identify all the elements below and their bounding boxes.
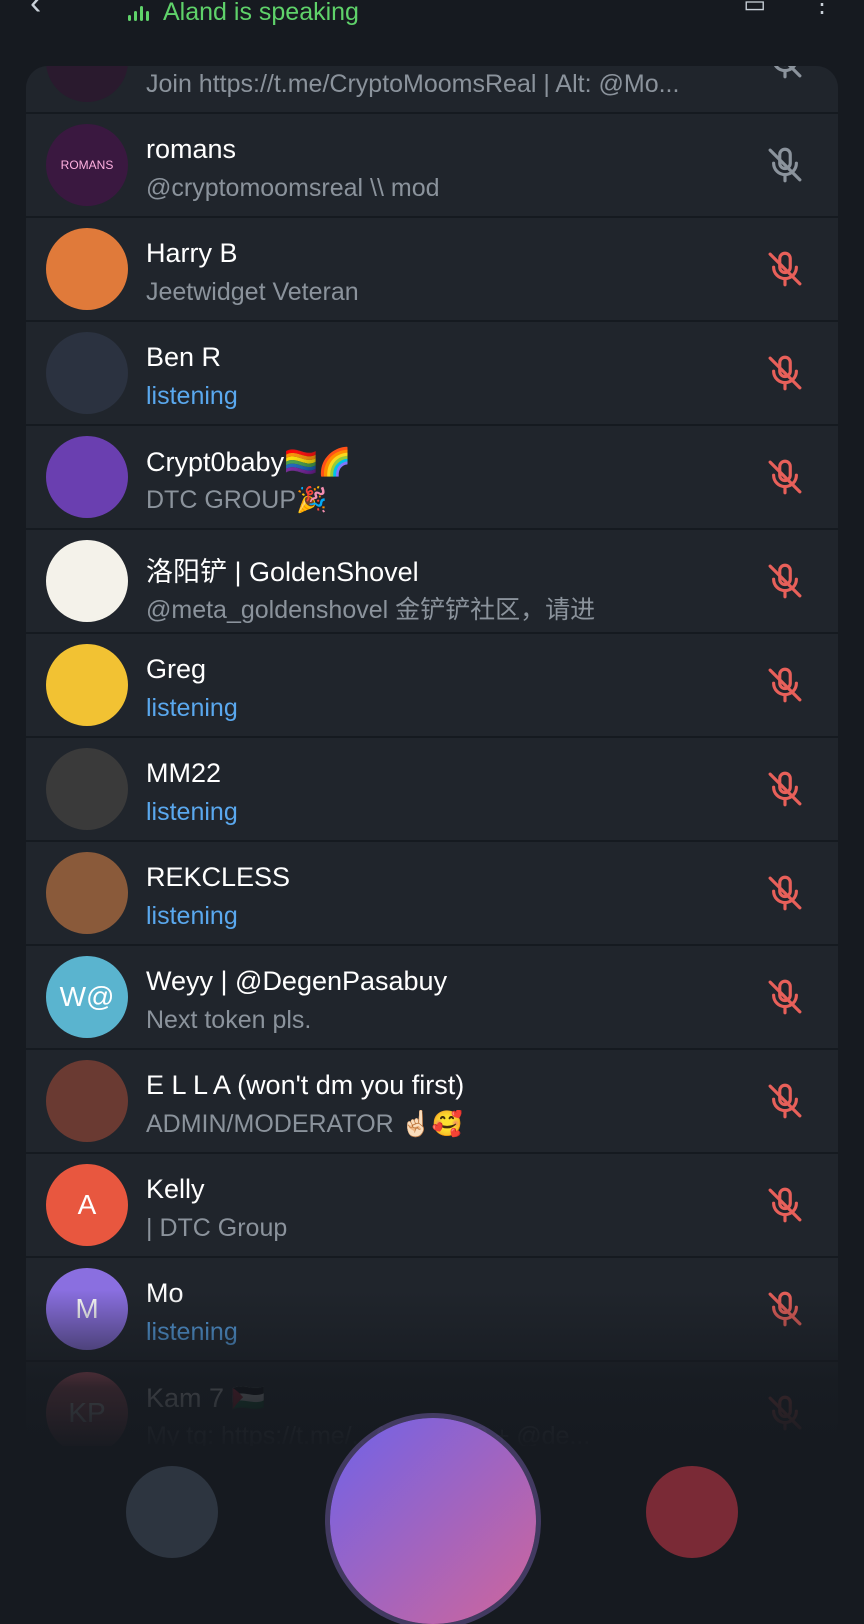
microphone-button[interactable] xyxy=(330,1418,536,1624)
participant-row[interactable]: REKCLESS listening xyxy=(26,842,838,946)
participant-status: listening xyxy=(146,694,238,722)
participant-status: @meta_goldenshovel 金铲铲社区，请进 xyxy=(146,596,596,624)
participant-name: Greg xyxy=(146,654,207,684)
participant-name: E L L A (won't dm you first) xyxy=(146,1070,465,1100)
avatar[interactable] xyxy=(46,748,128,830)
participant-name: romans xyxy=(146,134,237,164)
participant-status: DTC GROUP🎉 xyxy=(146,486,328,514)
participant-row[interactable]: ROMANS romans @cryptomoomsreal \\ mod xyxy=(26,114,838,218)
participants-list[interactable]: MOOMS Join https://t.me/CryptoMoomsReal |… xyxy=(26,66,838,1446)
avatar[interactable] xyxy=(46,228,128,310)
participant-name: Crypt0baby🏳️‍🌈🌈 xyxy=(146,447,352,477)
participant-row[interactable]: Crypt0baby🏳️‍🌈🌈 DTC GROUP🎉 xyxy=(26,426,838,530)
participant-name: Kelly xyxy=(146,1174,205,1204)
more-options-icon[interactable]: ⋮ xyxy=(810,0,834,19)
participant-status: listening xyxy=(146,798,238,826)
muted-mic-icon[interactable] xyxy=(764,664,806,706)
participant-name: REKCLESS xyxy=(146,862,291,892)
speaking-indicator-icon xyxy=(128,5,149,21)
participant-row[interactable]: A Kelly | DTC Group xyxy=(26,1154,838,1258)
participant-name: Weyy | @DegenPasabuy xyxy=(146,966,448,996)
participant-name: Harry B xyxy=(146,238,238,268)
avatar[interactable]: A xyxy=(46,1164,128,1246)
participant-status: | DTC Group xyxy=(146,1214,288,1242)
participant-name: Ben R xyxy=(146,342,222,372)
avatar[interactable] xyxy=(46,1060,128,1142)
participant-status: listening xyxy=(146,382,238,410)
participant-status: ADMIN/MODERATOR ☝🏻🥰 xyxy=(146,1110,463,1138)
participant-row[interactable]: Harry B Jeetwidget Veteran xyxy=(26,218,838,322)
participant-status: Jeetwidget Veteran xyxy=(146,278,359,306)
avatar[interactable] xyxy=(46,644,128,726)
participant-row[interactable]: Greg listening xyxy=(26,634,838,738)
avatar[interactable]: MOOMS xyxy=(46,66,128,102)
participant-status: Join https://t.me/CryptoMoomsReal | Alt:… xyxy=(146,70,680,98)
muted-mic-icon[interactable] xyxy=(764,1184,806,1226)
participant-name: 洛阳铲 | GoldenShovel xyxy=(146,557,419,587)
muted-mic-icon[interactable] xyxy=(764,768,806,810)
call-header: ‹ Aland is speaking ▭ ⋮ xyxy=(0,0,864,48)
participant-status: @cryptomoomsreal \\ mod xyxy=(146,174,440,202)
muted-mic-icon[interactable] xyxy=(764,560,806,602)
leave-call-button[interactable] xyxy=(646,1466,738,1558)
participant-row[interactable]: 洛阳铲 | GoldenShovel @meta_goldenshovel 金铲铲… xyxy=(26,530,838,634)
avatar[interactable]: W@ xyxy=(46,956,128,1038)
avatar[interactable] xyxy=(46,436,128,518)
muted-mic-icon[interactable] xyxy=(764,144,806,186)
muted-mic-icon[interactable] xyxy=(764,352,806,394)
participant-row[interactable]: MOOMS Join https://t.me/CryptoMoomsReal |… xyxy=(26,66,838,114)
avatar[interactable] xyxy=(46,540,128,622)
muted-mic-icon[interactable] xyxy=(764,976,806,1018)
mute-unmute-button[interactable] xyxy=(126,1466,218,1558)
back-arrow-icon[interactable]: ‹ xyxy=(30,0,41,20)
participant-row[interactable]: MM22 listening xyxy=(26,738,838,842)
speaking-indicator: Aland is speaking xyxy=(128,0,359,27)
avatar[interactable] xyxy=(46,852,128,934)
speaking-text: Aland is speaking xyxy=(163,0,359,26)
share-screen-icon[interactable]: ▭ xyxy=(743,0,766,19)
participant-status: Next token pls. xyxy=(146,1006,312,1034)
participant-row[interactable]: Ben R listening xyxy=(26,322,838,426)
header-actions: ▭ ⋮ xyxy=(743,0,834,19)
muted-mic-icon[interactable] xyxy=(764,66,806,82)
muted-mic-icon[interactable] xyxy=(764,456,806,498)
muted-mic-icon[interactable] xyxy=(764,248,806,290)
participant-row[interactable]: W@ Weyy | @DegenPasabuy Next token pls. xyxy=(26,946,838,1050)
participant-status: listening xyxy=(146,902,238,930)
participant-name: MM22 xyxy=(146,758,222,788)
muted-mic-icon[interactable] xyxy=(764,1080,806,1122)
avatar[interactable] xyxy=(46,332,128,414)
avatar[interactable]: ROMANS xyxy=(46,124,128,206)
participant-row[interactable]: E L L A (won't dm you first) ADMIN/MODERA… xyxy=(26,1050,838,1154)
muted-mic-icon[interactable] xyxy=(764,872,806,914)
